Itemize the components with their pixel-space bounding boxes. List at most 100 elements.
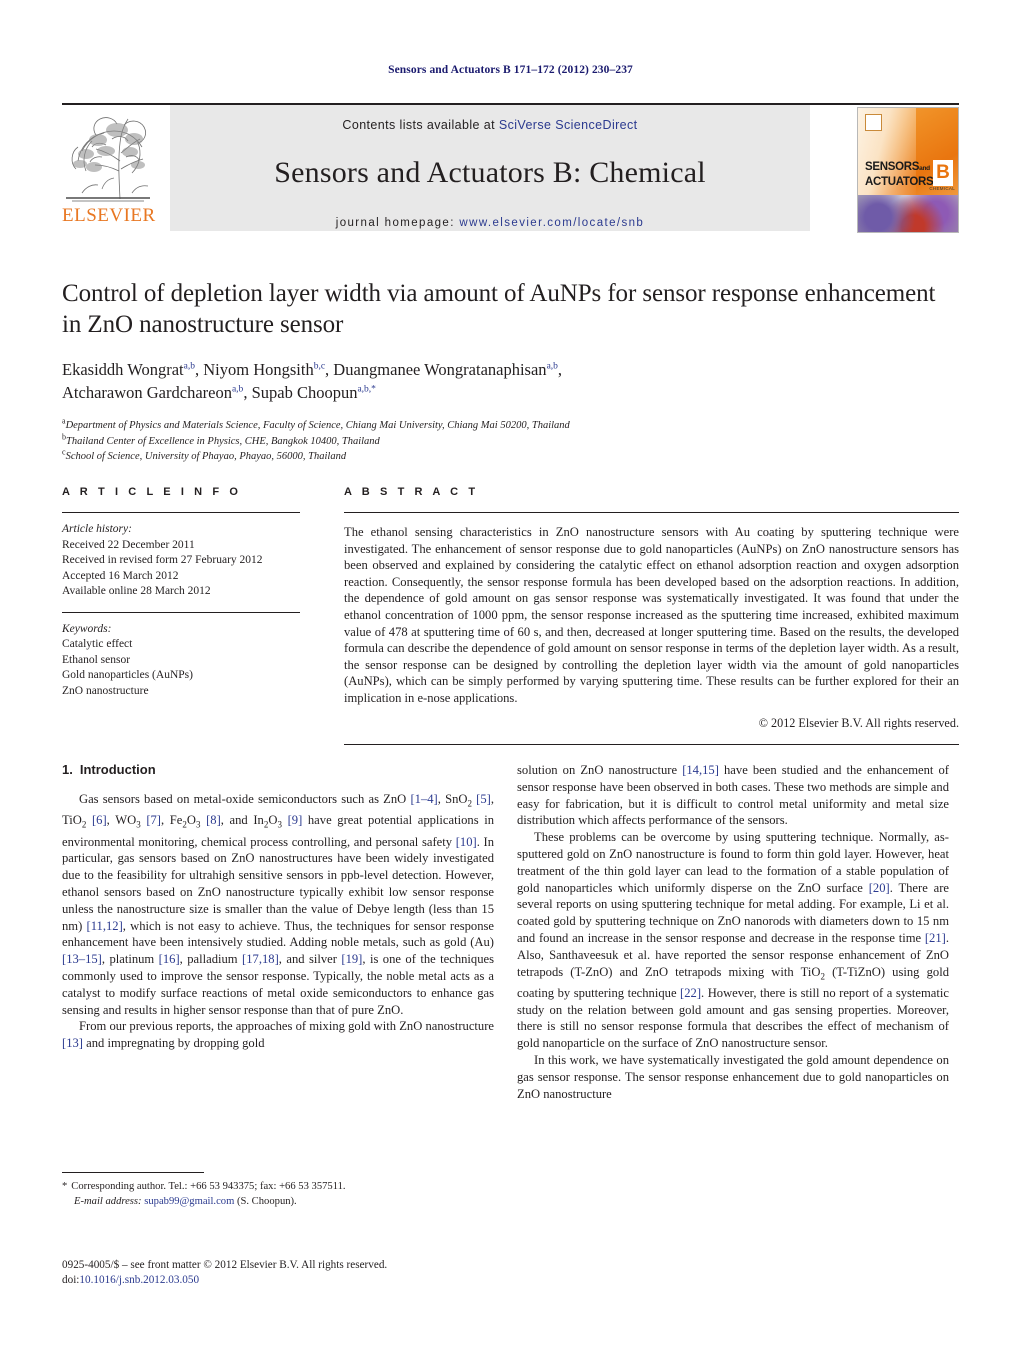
citation-link[interactable]: [21] <box>925 931 946 945</box>
journal-homepage-line: journal homepage: www.elsevier.com/locat… <box>170 217 810 229</box>
author-name: Niyom Hongsith <box>203 360 314 379</box>
section-heading-introduction: 1. Introduction <box>62 762 494 777</box>
author-separator: , <box>243 383 252 402</box>
issn-line: 0925-4005/$ – see front matter © 2012 El… <box>62 1259 388 1271</box>
elsevier-logo: ELSEVIER <box>62 109 156 229</box>
corresponding-author-footnote: * Corresponding author. Tel.: +66 53 9433… <box>62 1172 494 1209</box>
author-affiliation-marker[interactable]: b,c <box>314 362 325 372</box>
author-name: Atcharawon Gardchareon <box>62 383 232 402</box>
history-item: Available online 28 March 2012 <box>62 585 211 597</box>
keyword-item: Catalytic effect <box>62 638 133 650</box>
history-item: Received in revised form 27 February 201… <box>62 554 263 566</box>
affiliation-text: Thailand Center of Excellence in Physics… <box>66 435 380 447</box>
author-affiliation-marker[interactable]: a,b <box>184 362 195 372</box>
author-entry: Atcharawon Gardchareona,b, <box>62 383 252 402</box>
email-link[interactable]: supab99@gmail.com <box>144 1196 234 1207</box>
abstract-copyright: © 2012 Elsevier B.V. All rights reserved… <box>758 715 959 730</box>
author-entry: Ekasiddh Wongrata,b, <box>62 360 203 379</box>
author-entry: Supab Choopuna,b,* <box>252 383 376 402</box>
keywords-list: Keywords: Catalytic effect Ethanol senso… <box>62 622 300 700</box>
author-name: Ekasiddh Wongrat <box>62 360 184 379</box>
author-entry: Niyom Hongsithb,c, <box>203 360 333 379</box>
divider <box>62 611 300 613</box>
citation-link[interactable]: [13–15] <box>62 952 102 966</box>
section-number: 1. <box>62 762 73 777</box>
history-item: Accepted 16 March 2012 <box>62 569 179 582</box>
section-title: Introduction <box>79 762 156 777</box>
footnote-email-line: E-mail address: supab99@gmail.com (S. Ch… <box>62 1195 494 1210</box>
paragraph: From our previous reports, the approache… <box>62 1019 494 1051</box>
author-affiliation-marker[interactable]: a,b <box>232 385 243 395</box>
keyword-item: ZnO nanostructure <box>62 684 149 697</box>
citation-link[interactable]: [20] <box>869 881 890 895</box>
cover-series-letter: B <box>933 160 953 187</box>
author-list: Ekasiddh Wongrata,b, Niyom Hongsithb,c, … <box>62 358 959 404</box>
abstract-text: The ethanol sensing characteristics in Z… <box>344 525 959 705</box>
affiliation-item: cSchool of Science, University of Phayao… <box>62 448 959 465</box>
citation-link[interactable]: [11,12] <box>87 919 123 933</box>
article-page: Sensors and Actuators B 171–172 (2012) 2… <box>0 0 1021 1351</box>
journal-title: Sensors and Actuators B: Chemical <box>274 156 706 189</box>
divider <box>62 512 300 513</box>
elsevier-wordmark: ELSEVIER <box>62 205 156 226</box>
divider <box>62 1172 204 1173</box>
abstract-heading: A B S T R A C T <box>344 486 479 498</box>
divider <box>344 743 959 745</box>
body-column-left: 1. Introduction Gas sensors based on meta… <box>62 762 494 1052</box>
cover-photo-strip <box>858 194 958 232</box>
article-history: Article history: Received 22 December 20… <box>62 522 300 600</box>
author-entry: Duangmanee Wongratanaphisana,b, <box>333 360 562 379</box>
history-item: Received 22 December 2011 <box>62 538 195 551</box>
paragraph: Gas sensors based on metal-oxide semicon… <box>62 792 495 1017</box>
citation-link[interactable]: [14,15] <box>682 763 719 777</box>
cover-series-name: CHEMICAL <box>929 186 955 192</box>
email-owner: (S. Choopun). <box>236 1195 297 1207</box>
elsevier-tree-icon <box>62 109 154 205</box>
journal-cover-thumbnail[interactable]: SENSORSand ACTUATORS B CHEMICAL <box>857 107 959 233</box>
sciencedirect-link[interactable]: SciVerse ScienceDirect <box>499 118 638 132</box>
page-title: Control of depletion layer width via amo… <box>62 280 936 338</box>
affiliation-text: School of Science, University of Phayao,… <box>65 451 347 462</box>
citation-link[interactable]: [13] <box>62 1036 83 1050</box>
author-name: Duangmanee Wongratanaphisan <box>333 360 547 379</box>
author-separator: , <box>557 360 563 379</box>
citation-link[interactable]: [1–4] <box>410 792 437 806</box>
contents-list-line: Contents lists available at SciVerse Sci… <box>170 105 810 132</box>
citation-link[interactable]: [5] <box>476 792 491 806</box>
affiliation-text: Department of Physics and Materials Scie… <box>65 420 570 431</box>
citation-link[interactable]: [6] <box>92 813 107 827</box>
cover-publisher-mark-icon <box>865 114 882 131</box>
citation-link[interactable]: [17,18] <box>242 952 279 966</box>
title-block: Control of depletion layer width via amo… <box>62 278 959 465</box>
abstract-column: A B S T R A C T The ethanol sensing char… <box>344 486 959 745</box>
cover-title-and: and <box>919 165 930 173</box>
body-column-right: solution on ZnO nanostructure [14,15] ha… <box>517 762 949 1102</box>
running-head: Sensors and Actuators B 171–172 (2012) 2… <box>388 64 633 76</box>
homepage-label: journal homepage: <box>335 217 455 229</box>
homepage-url-link[interactable]: www.elsevier.com/locate/snb <box>459 217 644 229</box>
citation-link[interactable]: [19] <box>341 952 362 966</box>
article-info-heading: A R T I C L E I N F O <box>62 486 242 498</box>
journal-banner: Contents lists available at SciVerse Sci… <box>170 105 810 231</box>
footnote-marker: * <box>62 1181 68 1192</box>
author-name: Supab Choopun <box>251 383 358 402</box>
footnote-corresponding-text: Corresponding author. Tel.: +66 53 94337… <box>71 1181 346 1192</box>
citation-link[interactable]: [9] <box>288 813 303 827</box>
doi-label: doi: <box>62 1274 80 1286</box>
citation-link[interactable]: [22] <box>680 986 701 1000</box>
contents-prefix: Contents lists available at <box>342 118 499 132</box>
cover-title-line1: SENSORS <box>865 161 920 174</box>
affiliation-list: aDepartment of Physics and Materials Sci… <box>62 417 959 465</box>
citation-link[interactable]: [16] <box>159 952 180 966</box>
divider <box>344 512 959 513</box>
paragraph: In this work, we have systematically inv… <box>517 1053 949 1101</box>
citation-link[interactable]: [10] <box>456 835 477 849</box>
footnote-corresponding-line: * Corresponding author. Tel.: +66 53 9433… <box>62 1180 494 1195</box>
keyword-item: Gold nanoparticles (AuNPs) <box>62 669 193 681</box>
citation-link[interactable]: [8] <box>206 813 221 827</box>
citation-link[interactable]: [7] <box>146 813 161 827</box>
author-affiliation-marker[interactable]: a,b,* <box>357 385 375 395</box>
author-affiliation-marker[interactable]: a,b <box>547 362 558 372</box>
doi-link[interactable]: 10.1016/j.snb.2012.03.050 <box>79 1274 199 1286</box>
article-info-column: A R T I C L E I N F O Article history: R… <box>62 486 300 699</box>
